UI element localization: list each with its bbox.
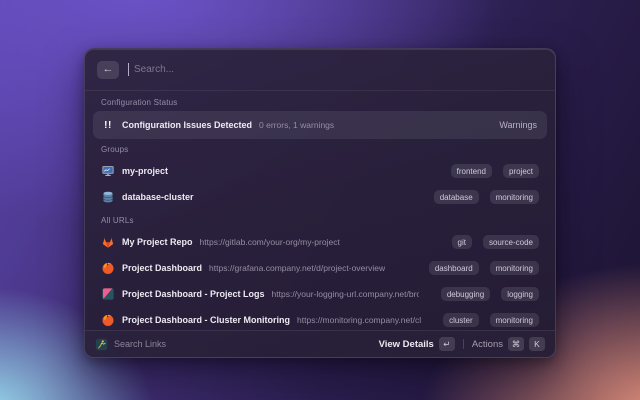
database-icon	[101, 190, 115, 204]
tag-badge: monitoring	[490, 313, 539, 327]
list-item-configuration-issues[interactable]: !! Configuration Issues Detected 0 error…	[93, 111, 547, 139]
section-header-groups: Groups	[93, 139, 547, 158]
back-button[interactable]: ←	[97, 61, 119, 79]
search-links-app-icon	[95, 338, 108, 351]
row-title: database-cluster	[122, 192, 194, 202]
list-item-my-project-repo[interactable]: My Project Repo https://gitlab.com/your-…	[93, 229, 547, 255]
row-url: https://your-logging-url.company.net/bro…	[272, 289, 419, 299]
row-title: Project Dashboard - Project Logs	[122, 289, 265, 299]
tag-badge: git	[452, 235, 472, 249]
row-title: my-project	[122, 166, 168, 176]
tag-badge: frontend	[451, 164, 492, 178]
text-cursor	[128, 63, 129, 76]
extension-name: Search Links	[114, 339, 166, 349]
command-key-icon: ⌘	[508, 337, 524, 351]
gitlab-icon	[101, 235, 115, 249]
row-accessory: Warnings	[499, 120, 539, 130]
back-arrow-icon: ←	[103, 64, 114, 75]
row-url: https://monitoring.company.net/cluster/.…	[297, 315, 421, 325]
search-bar: ←	[85, 49, 555, 91]
tag-badge: cluster	[443, 313, 479, 327]
grafana-icon	[101, 313, 115, 327]
enter-key-icon: ↵	[439, 337, 455, 351]
row-url: https://grafana.company.net/d/project-ov…	[209, 263, 385, 273]
row-title: Project Dashboard - Cluster Monitoring	[122, 315, 290, 325]
desktop-background: { "search": { "placeholder": "Search..."…	[0, 0, 640, 400]
status-bar: Search Links View Details ↵ Actions ⌘ K	[85, 330, 555, 357]
command-palette-window: ← Configuration Status !! Configuration …	[84, 48, 556, 358]
footer-divider	[463, 339, 464, 349]
tag-badge: dashboard	[429, 261, 479, 275]
grafana-icon	[101, 261, 115, 275]
section-header-configuration-status: Configuration Status	[93, 92, 547, 111]
warning-icon: !!	[101, 118, 115, 132]
tag-badge: source-code	[483, 235, 539, 249]
actions-button[interactable]: Actions	[472, 339, 503, 350]
tag-badge: monitoring	[490, 261, 539, 275]
tag-badge: project	[503, 164, 539, 178]
search-input[interactable]	[134, 64, 543, 75]
k-key-icon: K	[529, 337, 545, 351]
results-list: Configuration Status !! Configuration Is…	[85, 91, 555, 330]
list-item-project-logs[interactable]: Project Dashboard - Project Logs https:/…	[93, 281, 547, 307]
list-item-cluster-monitoring[interactable]: Project Dashboard - Cluster Monitoring h…	[93, 307, 547, 330]
list-item-project-dashboard[interactable]: Project Dashboard https://grafana.compan…	[93, 255, 547, 281]
view-details-button[interactable]: View Details	[379, 339, 434, 350]
tag-badge: logging	[501, 287, 539, 301]
footer-actions: View Details ↵ Actions ⌘ K	[379, 337, 545, 351]
tag-badge: database	[434, 190, 479, 204]
row-title: My Project Repo	[122, 237, 193, 247]
list-item-my-project[interactable]: my-project frontend project	[93, 158, 547, 184]
row-title: Configuration Issues Detected	[122, 120, 252, 130]
list-item-database-cluster[interactable]: database-cluster database monitoring	[93, 184, 547, 210]
monitor-icon	[101, 164, 115, 178]
row-title: Project Dashboard	[122, 263, 202, 273]
logs-icon	[101, 287, 115, 301]
tag-badge: monitoring	[490, 190, 539, 204]
row-url: https://gitlab.com/your-org/my-project	[200, 237, 340, 247]
section-header-all-urls: All URLs	[93, 210, 547, 229]
row-subtitle: 0 errors, 1 warnings	[259, 120, 334, 130]
tag-badge: debugging	[441, 287, 490, 301]
extension-info: Search Links	[95, 338, 166, 351]
